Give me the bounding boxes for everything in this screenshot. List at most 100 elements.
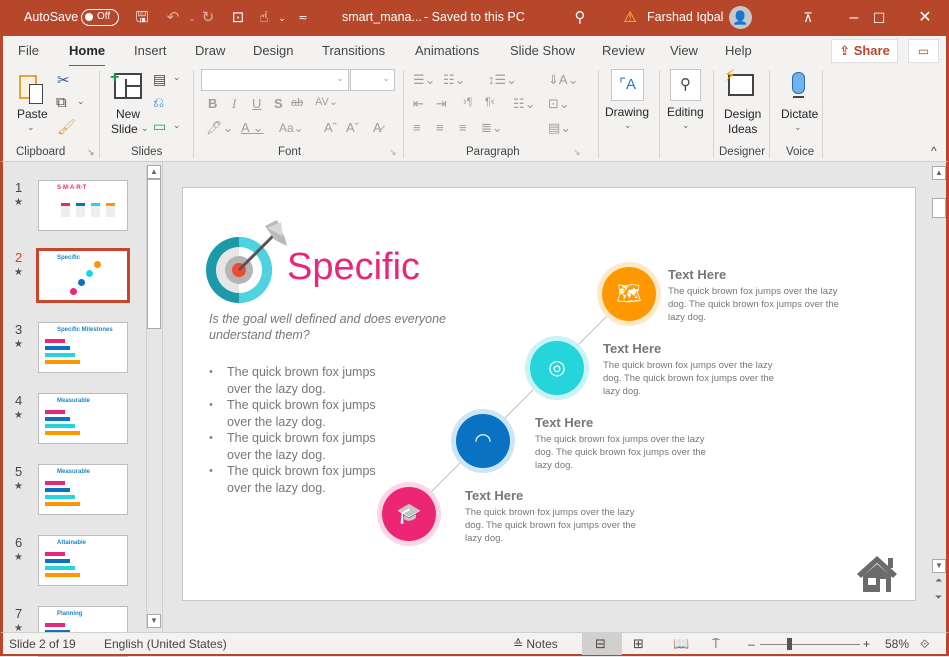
new-slide-label[interactable]: New: [116, 107, 140, 121]
zoom-in-button[interactable]: +: [863, 637, 870, 651]
share-button[interactable]: ⇪ Share: [831, 39, 898, 63]
columns-icon[interactable]: ☷⌄: [513, 96, 536, 112]
scroll-thumb[interactable]: [932, 198, 946, 218]
cut-icon[interactable]: ✂: [57, 71, 70, 89]
dictate-button[interactable]: Dictate: [781, 107, 818, 121]
design-ideas-label-2[interactable]: Ideas: [728, 122, 757, 136]
tab-design[interactable]: Design: [253, 43, 293, 58]
paragraph-launcher-icon[interactable]: ↘: [573, 147, 581, 158]
italic-icon[interactable]: I: [232, 96, 236, 112]
text-direction-icon[interactable]: ⇓A⌄: [548, 72, 578, 88]
tab-home[interactable]: Home: [69, 43, 106, 68]
text-shadow-icon[interactable]: S: [274, 96, 283, 111]
numbering-icon[interactable]: ☷⌄: [443, 72, 466, 88]
new-slide-icon[interactable]: +: [110, 69, 142, 99]
design-ideas-button[interactable]: Design: [724, 107, 761, 121]
step-circle[interactable]: ◎: [530, 341, 584, 395]
slide-sorter-icon[interactable]: ⊞: [633, 636, 644, 652]
warning-icon[interactable]: ⚠: [620, 8, 640, 28]
align-text-icon[interactable]: ⊡⌄: [548, 96, 570, 112]
comments-button[interactable]: ▭: [908, 39, 939, 63]
editing-button[interactable]: Editing: [667, 105, 704, 119]
zoom-slider[interactable]: [760, 644, 860, 645]
editing-icon[interactable]: ⚲: [670, 69, 701, 101]
collapse-ribbon-icon[interactable]: ^: [931, 144, 937, 158]
step-title[interactable]: Text Here: [535, 415, 593, 430]
zoom-level[interactable]: 58%: [885, 637, 909, 651]
section-dropdown-icon[interactable]: ⌄: [173, 120, 181, 131]
step-circle[interactable]: 🎓: [382, 487, 436, 541]
strikethrough-icon[interactable]: ab: [291, 97, 303, 109]
tab-slide-show[interactable]: Slide Show: [510, 43, 575, 58]
character-spacing-icon[interactable]: AV⌄: [315, 95, 338, 108]
present-from-start-icon[interactable]: ⊡: [228, 8, 248, 28]
undo-icon[interactable]: ↶: [163, 8, 183, 28]
customize-toolbar-icon[interactable]: ≂: [293, 8, 313, 28]
align-center-icon[interactable]: ≡: [436, 120, 444, 135]
tab-view[interactable]: View: [670, 43, 698, 58]
autosave-toggle[interactable]: Off: [81, 9, 119, 26]
reset-slide-icon[interactable]: ⎌: [153, 94, 164, 111]
format-painter-icon[interactable]: 🖌: [57, 118, 76, 136]
editing-dropdown-icon[interactable]: ⌄: [682, 120, 690, 131]
step-title[interactable]: Text Here: [668, 267, 726, 282]
line-spacing-icon[interactable]: ↕☰⌄: [488, 72, 517, 88]
paste-dropdown-icon[interactable]: ⌄: [27, 122, 35, 133]
increase-indent-icon[interactable]: ⇥: [436, 96, 447, 112]
scroll-up-button[interactable]: ▲: [147, 165, 161, 179]
zoom-out-button[interactable]: –: [748, 637, 755, 651]
font-launcher-icon[interactable]: ↘: [389, 147, 397, 158]
next-slide-icon[interactable]: ⏷: [935, 592, 942, 603]
ltr-icon[interactable]: ›¶: [463, 96, 473, 108]
bold-icon[interactable]: B: [208, 96, 217, 111]
align-left-icon[interactable]: ≡: [413, 120, 421, 135]
step-body[interactable]: The quick brown fox jumps over the lazy …: [465, 506, 647, 545]
slide-thumbnail[interactable]: Specific: [36, 248, 130, 303]
smartart-icon[interactable]: ▤⌄: [548, 120, 571, 136]
decrease-font-size-icon[interactable]: Aˇ: [346, 120, 359, 135]
highlight-color-icon[interactable]: 🖊⌄: [206, 120, 233, 136]
font-name-input[interactable]: ⌄: [201, 69, 349, 91]
normal-view-button[interactable]: ⊟: [582, 633, 622, 655]
align-right-icon[interactable]: ≡: [459, 120, 467, 135]
step-body[interactable]: The quick brown fox jumps over the lazy …: [603, 359, 785, 398]
tab-help[interactable]: Help: [725, 43, 752, 58]
maximize-icon[interactable]: ☐: [856, 0, 902, 36]
close-icon[interactable]: ✕: [902, 0, 948, 36]
layout-icon[interactable]: ▤: [153, 71, 166, 88]
save-icon[interactable]: 🖫: [132, 8, 152, 28]
tab-insert[interactable]: Insert: [134, 43, 167, 58]
step-circle[interactable]: 🗺: [602, 267, 656, 321]
home-icon[interactable]: [855, 554, 899, 594]
scroll-down-button[interactable]: ▼: [147, 614, 161, 628]
tab-file[interactable]: File: [18, 43, 39, 58]
microphone-icon[interactable]: [792, 72, 805, 94]
touch-dropdown-icon[interactable]: ⌄: [272, 8, 292, 28]
zoom-slider-thumb[interactable]: [787, 638, 792, 650]
ribbon-display-options-icon[interactable]: ⊼: [785, 0, 831, 36]
scroll-up-button[interactable]: ▲: [932, 166, 946, 180]
new-slide-label-2[interactable]: Slide: [111, 122, 138, 136]
search-icon[interactable]: ⚲: [570, 8, 590, 28]
fit-slide-icon[interactable]: ⟐: [920, 637, 929, 652]
font-size-input[interactable]: ⌄: [350, 69, 395, 91]
scroll-down-button[interactable]: ▼: [932, 559, 946, 573]
tab-animations[interactable]: Animations: [415, 43, 479, 58]
new-slide-dropdown-icon[interactable]: ⌄: [141, 123, 149, 134]
slide-thumbnail[interactable]: S·M·A·R·T: [38, 180, 128, 231]
underline-icon[interactable]: U: [252, 96, 261, 111]
drawing-icon[interactable]: ⌜A: [611, 69, 644, 101]
slide-thumbnail[interactable]: Specific Milestones: [38, 322, 128, 373]
user-name[interactable]: Farshad Iqbal: [647, 10, 723, 24]
slide-thumbnail[interactable]: Measurable: [38, 393, 128, 444]
step-circle[interactable]: ◠: [456, 414, 510, 468]
copy-dropdown-icon[interactable]: ⌄: [77, 96, 85, 107]
step-body[interactable]: The quick brown fox jumps over the lazy …: [668, 285, 850, 324]
clear-formatting-icon[interactable]: A̷: [373, 120, 382, 135]
thumbnail-scrollbar[interactable]: ▲ ▼: [146, 165, 161, 630]
slide-show-icon[interactable]: ⍑: [712, 636, 720, 652]
increase-font-size-icon[interactable]: Aˆ: [324, 120, 337, 135]
tab-draw[interactable]: Draw: [195, 43, 225, 58]
touch-mode-icon[interactable]: ☝: [254, 8, 274, 28]
dictate-dropdown-icon[interactable]: ⌄: [794, 122, 802, 133]
